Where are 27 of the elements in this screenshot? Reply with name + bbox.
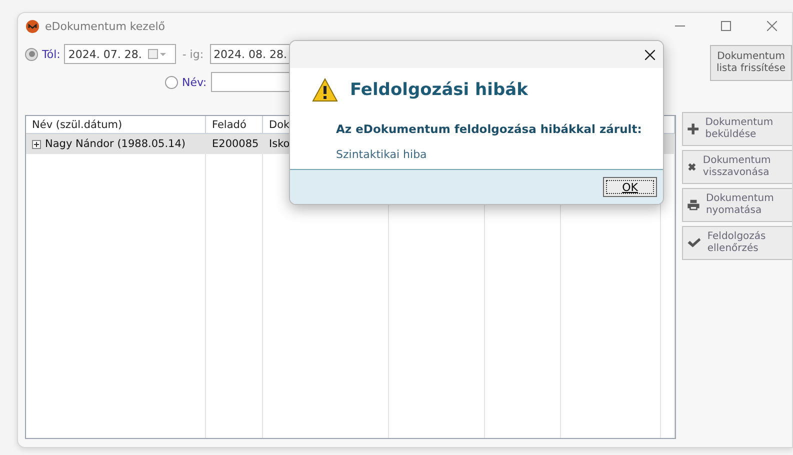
ok-button[interactable]: OK — [603, 177, 657, 197]
name-field[interactable] — [210, 72, 291, 92]
expand-icon[interactable] — [32, 140, 41, 148]
from-radio[interactable] — [25, 48, 38, 60]
warning-icon — [312, 78, 338, 102]
app-logo-icon — [26, 20, 39, 32]
calendar-dropdown-icon[interactable] — [148, 49, 166, 59]
table-cell[interactable]: E200085 — [206, 134, 263, 154]
maximize-icon[interactable] — [721, 21, 731, 31]
name-label: Név: — [182, 76, 207, 88]
table-cell[interactable]: Nagy Nándor (1988.05.14) — [26, 134, 206, 154]
column-header[interactable]: Feladó — [206, 116, 263, 134]
dialog-heading: Feldolgozási hibák — [350, 80, 528, 100]
window-title: eDokumentum kezelő — [45, 20, 166, 32]
to-label: - ig: — [182, 48, 204, 60]
action-button[interactable]: Dokumentum beküldése — [682, 112, 792, 146]
error-message: Az eDokumentum feldolgozása hibákkal zárult: — [336, 122, 643, 136]
error-detail: Szintaktikai hiba — [336, 148, 428, 161]
close-icon[interactable] — [645, 50, 655, 60]
action-button[interactable]: Feldolgozás ellenőrzés — [682, 226, 792, 260]
name-radio[interactable] — [165, 76, 178, 88]
from-label: Tól: — [42, 48, 60, 60]
from-date-field[interactable]: 2024. 07. 28. — [64, 44, 176, 64]
action-button[interactable]: Dokumentum visszavonása — [682, 150, 792, 184]
column-header[interactable]: Név (szül.dátum) — [26, 116, 206, 134]
action-button[interactable]: Dokumentum nyomatása — [682, 188, 792, 222]
refresh-list-button[interactable]: Dokumentum lista frissítése — [710, 45, 792, 81]
